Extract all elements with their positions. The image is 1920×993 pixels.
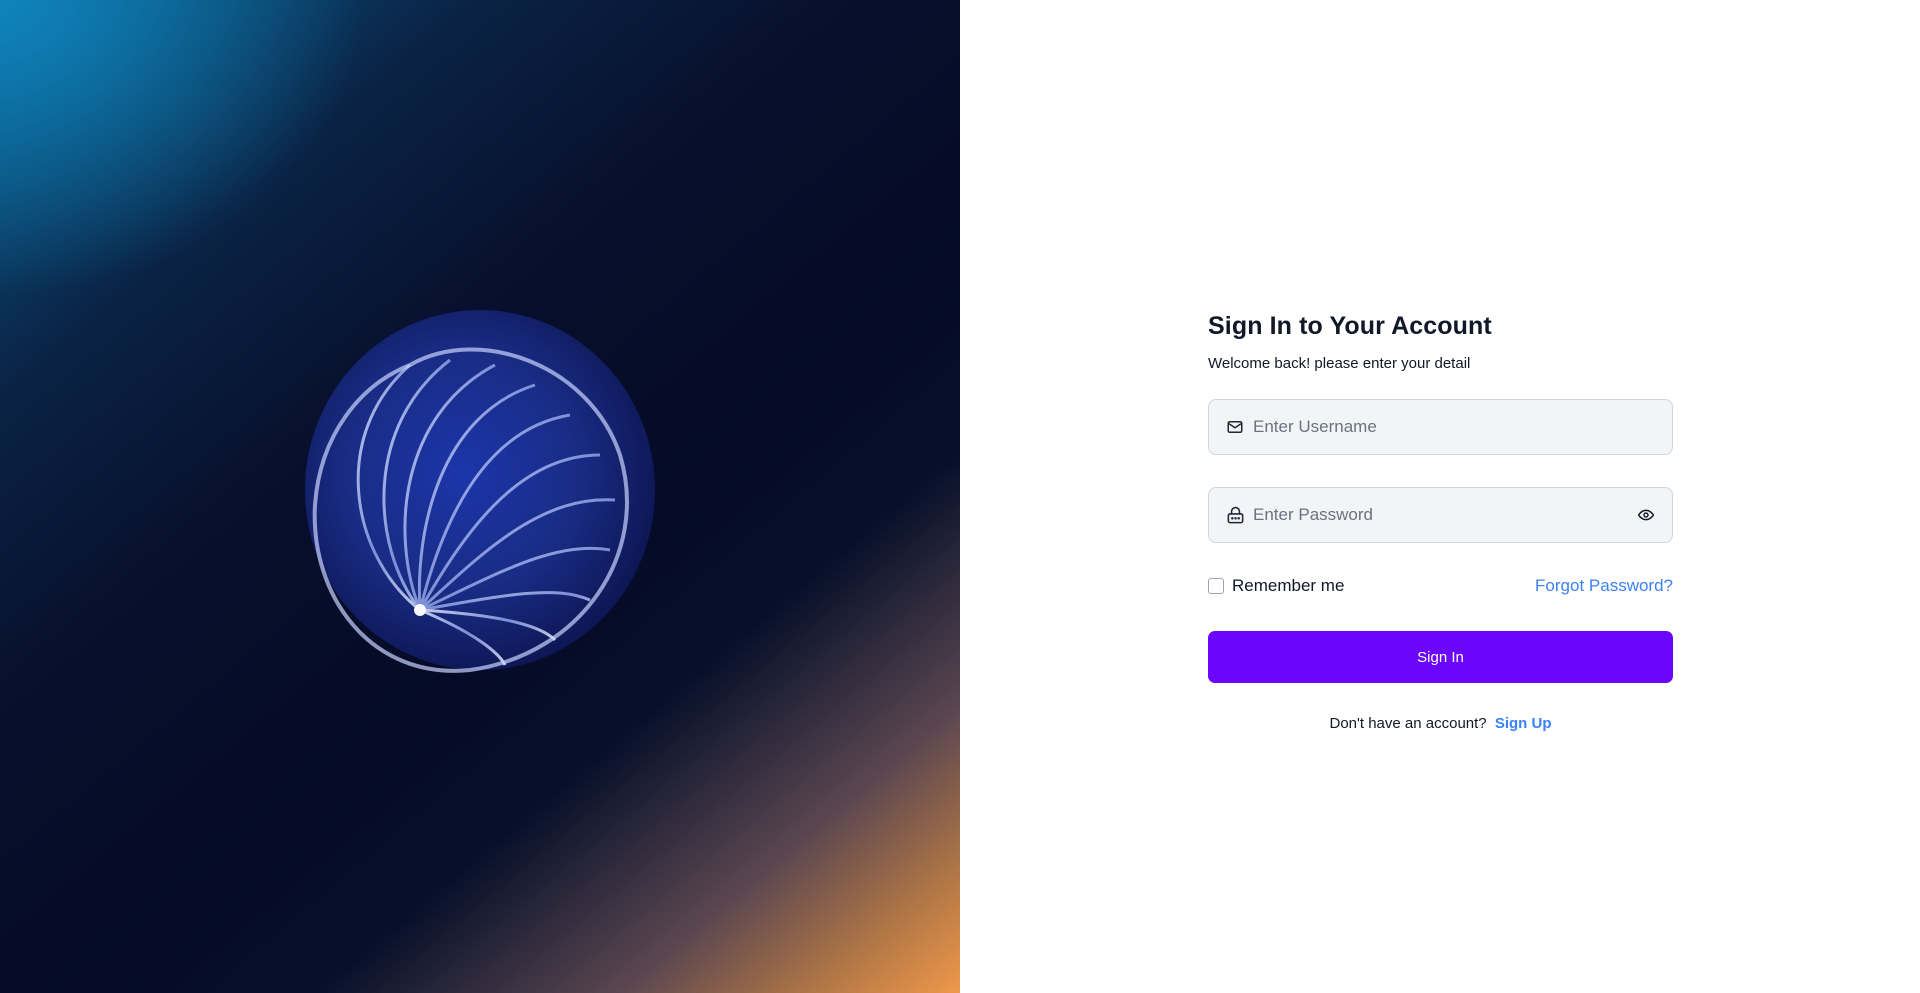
page-title: Sign In to Your Account — [1208, 312, 1492, 340]
signin-form: Sign In to Your Account Welcome back! pl… — [1208, 310, 1673, 732]
password-input[interactable] — [1245, 488, 1636, 542]
lock-icon — [1225, 505, 1245, 525]
password-field[interactable] — [1208, 487, 1673, 543]
options-row: Remember me Forgot Password? — [1208, 575, 1673, 597]
remember-me[interactable]: Remember me — [1208, 576, 1344, 596]
glass-shell-illustration — [305, 310, 655, 673]
signup-prompt-row: Don't have an account? Sign Up — [1208, 715, 1673, 732]
username-input[interactable] — [1245, 400, 1656, 454]
sign-in-button[interactable]: Sign In — [1208, 631, 1673, 683]
forgot-password-link[interactable]: Forgot Password? — [1535, 576, 1673, 596]
remember-label: Remember me — [1232, 576, 1345, 595]
remember-checkbox[interactable] — [1208, 578, 1224, 594]
eye-icon[interactable] — [1636, 505, 1656, 525]
signin-panel: Sign In to Your Account Welcome back! pl… — [960, 0, 1920, 993]
signup-prompt: Don't have an account? — [1329, 715, 1487, 732]
username-field[interactable] — [1208, 399, 1673, 455]
page-subtitle: Welcome back! please enter your detail — [1208, 355, 1471, 372]
sign-up-link[interactable]: Sign Up — [1495, 715, 1552, 732]
hero-panel — [0, 0, 960, 993]
mail-icon — [1225, 417, 1245, 437]
